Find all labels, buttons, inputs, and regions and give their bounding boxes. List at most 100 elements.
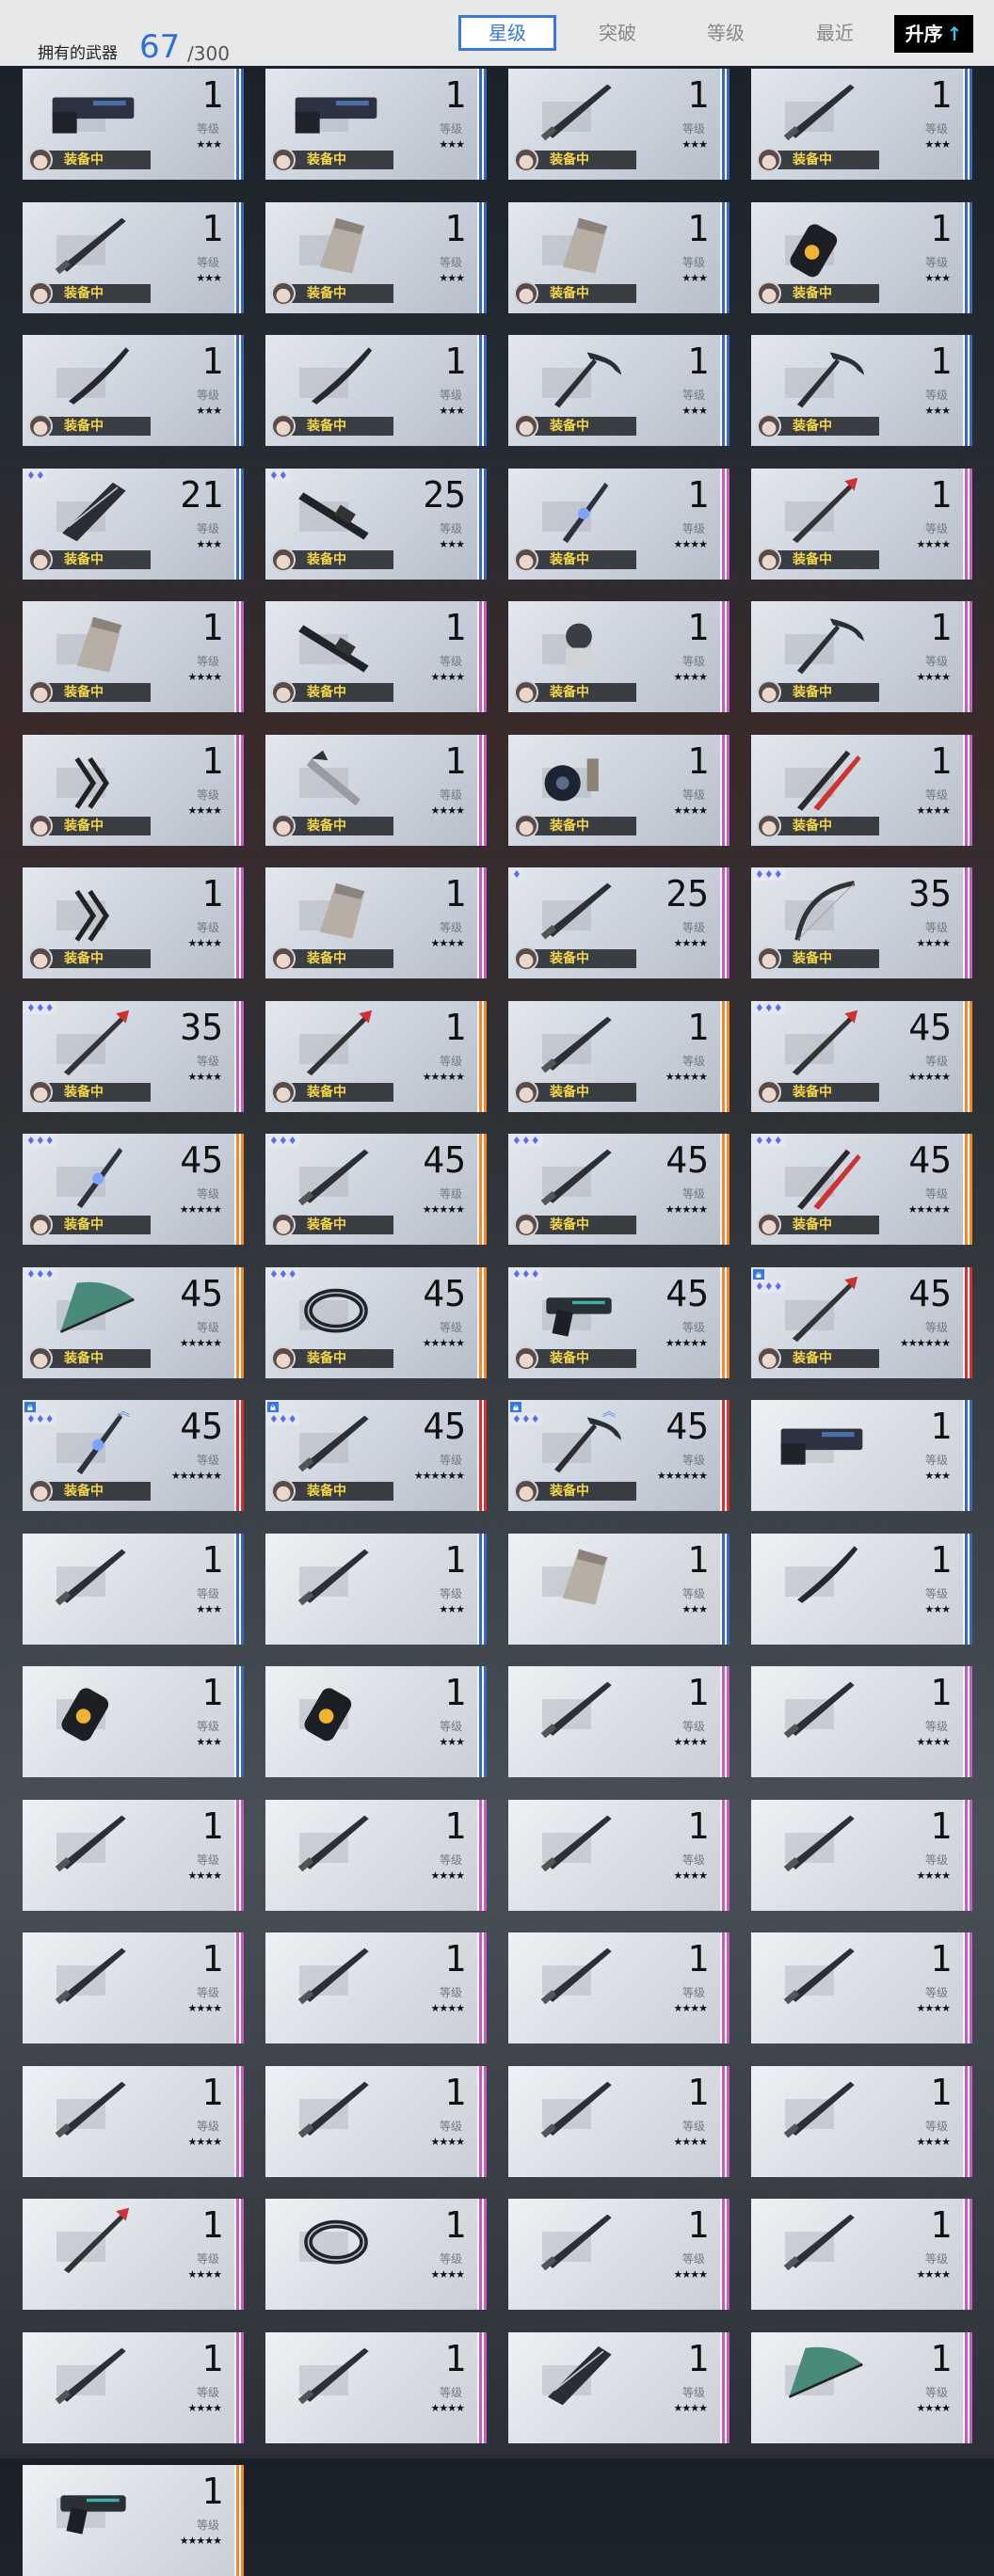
weapon-card[interactable]: 1 等级 ★★★ 装备中	[751, 201, 972, 313]
weapon-card[interactable]: 1 等级 ★★★★ 装备中	[508, 734, 729, 846]
weapon-level: 1	[930, 341, 952, 382]
weapon-card[interactable]: 1 等级 ★★★★	[751, 1666, 972, 1777]
badge-group: ♦♦♦	[753, 1135, 785, 1147]
weapon-card[interactable]: 45 等级 ★★★★★ ♦♦♦ 装备中	[23, 1134, 244, 1245]
tab-breakthrough[interactable]: 突破	[569, 15, 666, 51]
weapon-card[interactable]: 1 等级 ★★★ 装备中	[265, 201, 487, 313]
weapon-card[interactable]: 1 等级 ★★★ 装备中	[508, 201, 729, 313]
star-rating: ★★★★	[673, 2135, 708, 2148]
weapon-card[interactable]: 1 等级 ★★★★	[265, 2199, 487, 2310]
weapon-card[interactable]: 45 等级 ★★★★★★ 🔒︎ ♦♦♦ ︽ 装备中	[23, 1400, 244, 1511]
weapon-card[interactable]: 1 等级 ★★★ 装备中	[23, 201, 244, 313]
weapon-card[interactable]: 1 等级 ★★★★	[265, 2065, 487, 2177]
weapon-card[interactable]: 1 等级 ★★★★ 装备中	[508, 601, 729, 712]
weapon-card[interactable]: 1 等级 ★★★ 装备中	[508, 69, 729, 180]
weapon-card[interactable]: 1 等级 ★★★★	[23, 1932, 244, 2043]
weapon-card[interactable]: 1 等级 ★★★	[751, 1400, 972, 1511]
weapon-card[interactable]: 1 等级 ★★★★	[265, 1932, 487, 2043]
weapon-card[interactable]: 1 等级 ★★★★	[751, 2331, 972, 2443]
tab-recent[interactable]: 最近	[786, 15, 884, 51]
weapon-card[interactable]: 1 等级 ★★★★★	[23, 2465, 244, 2576]
weapon-card[interactable]: 1 等级 ★★★★ 装备中	[751, 734, 972, 846]
weapon-card[interactable]: 1 等级 ★★★	[265, 1666, 487, 1777]
blaster-icon	[780, 1428, 863, 1465]
weapon-card[interactable]: 1 等级 ★★★★ 装备中	[751, 601, 972, 712]
tab-level[interactable]: 等级	[677, 15, 775, 51]
weapon-card[interactable]: 1 等级 ★★★★	[508, 2065, 729, 2177]
weapon-card[interactable]: 1 等级 ★★★ 装备中	[751, 69, 972, 180]
weapon-card[interactable]: 1 等级 ★★★ 装备中	[508, 335, 729, 446]
weapon-level: 1	[930, 1406, 952, 1447]
weapon-card[interactable]: 1 等级 ★★★★	[265, 2331, 487, 2443]
weapon-card[interactable]: 1 等级 ★★★★★ 装备中	[265, 1000, 487, 1112]
avatar	[271, 414, 296, 438]
weapon-card[interactable]: 45 等级 ★★★★★ ♦♦♦ 装备中	[23, 1266, 244, 1378]
weapon-card[interactable]: 1 等级 ★★★★	[23, 2331, 244, 2443]
weapon-card[interactable]: 45 等级 ★★★★★ ♦♦♦ 装备中	[508, 1266, 729, 1378]
blade-icon	[297, 1549, 369, 1605]
star-rating: ★★★★★★	[413, 1470, 465, 1482]
weapon-card[interactable]: 1 等级 ★★★★	[508, 1666, 729, 1777]
weapon-card[interactable]: 1 等级 ★★★★ 装备中	[23, 734, 244, 846]
weapon-card[interactable]: 1 等级 ★★★★	[265, 1799, 487, 1911]
weapon-card[interactable]: 1 等级 ★★★★	[751, 1932, 972, 2043]
inventory-header: 拥有的武器 67 /300 星级 突破 等级 最近 升序 ↑	[0, 0, 994, 66]
rarity-bar	[720, 468, 729, 580]
weapon-card[interactable]: 1 等级 ★★★ 装备中	[23, 69, 244, 180]
weapon-card[interactable]: 21 等级 ★★★ ♦♦ 装备中	[23, 468, 244, 580]
weapon-card[interactable]: 1 等级 ★★★★	[508, 2331, 729, 2443]
weapon-card[interactable]: 1 等级 ★★★★★ 装备中	[508, 1000, 729, 1112]
weapon-card[interactable]: 1 等级 ★★★★	[508, 1799, 729, 1911]
weapon-card[interactable]: 45 等级 ★★★★★ ♦♦♦ 装备中	[751, 1000, 972, 1112]
equipped-label: 装备中	[778, 1216, 879, 1234]
weapon-card[interactable]: 25 等级 ★★★★ ♦ 装备中	[508, 867, 729, 978]
weapon-card[interactable]: 25 等级 ★★★ ♦♦ 装备中	[265, 468, 487, 580]
weapon-card[interactable]: 1 等级 ★★★★	[751, 2199, 972, 2310]
weapon-card[interactable]: 1 等级 ★★★ 装备中	[265, 335, 487, 446]
weapon-level: 1	[444, 1938, 466, 1980]
weapon-card[interactable]: 1 等级 ★★★★ 装备中	[23, 601, 244, 712]
weapon-level: 1	[444, 1805, 466, 1847]
weapon-card[interactable]: 1 等级 ★★★ 装备中	[23, 335, 244, 446]
rifle-icon	[298, 625, 369, 673]
blade-icon	[783, 1681, 855, 1739]
weapon-card[interactable]: 45 等级 ★★★★★ ♦♦♦ 装备中	[751, 1134, 972, 1245]
tab-rarity[interactable]: 星级	[458, 15, 556, 51]
weapon-card[interactable]: 1 等级 ★★★	[265, 1533, 487, 1645]
weapon-card[interactable]: 35 等级 ★★★★ ♦♦♦ 装备中	[751, 867, 972, 978]
weapon-card[interactable]: 1 等级 ★★★★ 装备中	[751, 468, 972, 580]
weapon-card[interactable]: 1 等级 ★★★★ 装备中	[265, 867, 487, 978]
weapon-level: 45	[665, 1272, 709, 1314]
weapon-card[interactable]: 1 等级 ★★★★	[508, 2199, 729, 2310]
weapon-card[interactable]: 1 等级 ★★★	[508, 1533, 729, 1645]
weapon-card[interactable]: 1 等级 ★★★★ 装备中	[23, 867, 244, 978]
weapon-card[interactable]: 35 等级 ★★★★ ♦♦♦ 装备中	[23, 1000, 244, 1112]
star-rating: ★★★★★	[422, 1070, 465, 1083]
weapon-card[interactable]: 1 等级 ★★★★ 装备中	[508, 468, 729, 580]
weapon-card[interactable]: 45 等级 ★★★★★ ♦♦♦ 装备中	[508, 1134, 729, 1245]
weapon-card[interactable]: 1 等级 ★★★★	[751, 2065, 972, 2177]
weapon-card[interactable]: 1 等级 ★★★★	[751, 1799, 972, 1911]
weapon-card[interactable]: 45 等级 ★★★★★★ 🔒︎ ♦♦♦ 装备中	[265, 1400, 487, 1511]
weapon-card[interactable]: 1 等级 ★★★	[751, 1533, 972, 1645]
weapon-card[interactable]: 1 等级 ★★★	[23, 1533, 244, 1645]
weapon-card[interactable]: 1 等级 ★★★★ 装备中	[265, 601, 487, 712]
rarity-bar	[720, 69, 729, 180]
weapon-card[interactable]: 45 等级 ★★★★★ ♦♦♦ 装备中	[265, 1266, 487, 1378]
weapon-level: 1	[930, 1538, 952, 1581]
weapon-card[interactable]: 1 等级 ★★★ 装备中	[265, 69, 487, 180]
weapon-card[interactable]: 1 等级 ★★★★	[23, 2065, 244, 2177]
weapon-card[interactable]: 1 等级 ★★★	[23, 1666, 244, 1777]
weapon-card[interactable]: 45 等级 ★★★★★★ 🔒︎ ♦♦♦ 装备中	[751, 1266, 972, 1378]
weapon-card[interactable]: 45 等级 ★★★★★★ 🔒︎ ♦♦♦ ︽ 装备中	[508, 1400, 729, 1511]
sort-button[interactable]: 升序 ↑	[894, 15, 973, 53]
weapon-level: 1	[201, 74, 223, 116]
equipped-label: 装备中	[49, 1348, 151, 1368]
weapon-card[interactable]: 1 等级 ★★★★ 装备中	[265, 734, 487, 846]
weapon-card[interactable]: 1 等级 ★★★ 装备中	[751, 335, 972, 446]
weapon-card[interactable]: 1 等级 ★★★★	[508, 1932, 729, 2043]
weapon-card[interactable]: 1 等级 ★★★★	[23, 1799, 244, 1911]
weapon-card[interactable]: 45 等级 ★★★★★ ♦♦♦ 装备中	[265, 1134, 487, 1245]
weapon-card[interactable]: 1 等级 ★★★★	[23, 2199, 244, 2310]
rarity-bar	[477, 1400, 487, 1511]
